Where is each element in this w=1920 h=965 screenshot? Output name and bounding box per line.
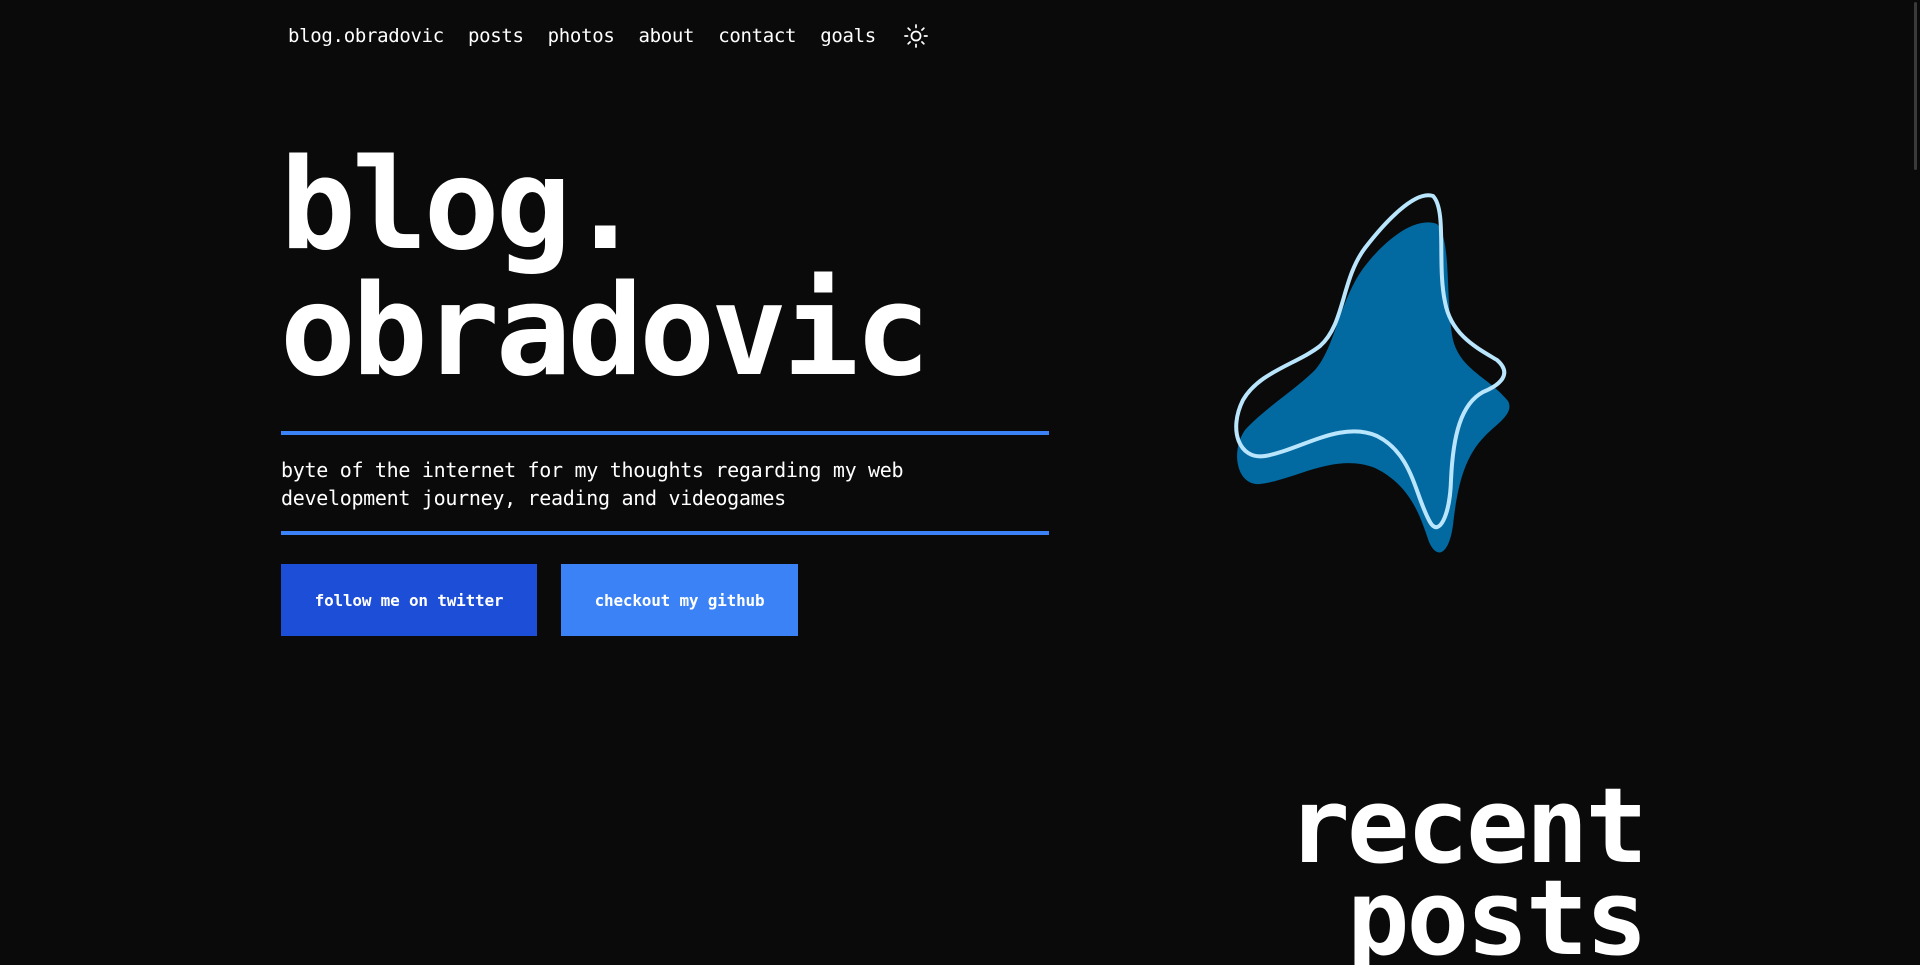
github-button[interactable]: checkout my github [561,564,798,636]
recent-posts-heading: recent posts [1287,774,1648,965]
divider-top [281,431,1049,435]
hero-title: blog. obradovic [280,131,931,404]
nav-brand-link[interactable]: blog.obradovic [288,25,444,47]
hero-title-line-1: blog. [280,131,643,278]
blob-fill-shape [1237,222,1510,553]
nav-item-contact[interactable]: contact [718,25,796,47]
nav-item-posts[interactable]: posts [468,25,524,47]
nav-item-photos[interactable]: photos [548,25,615,47]
top-nav: blog.obradovic posts photos about contac… [288,22,930,50]
nav-item-goals[interactable]: goals [820,25,876,47]
nav-item-about[interactable]: about [639,25,695,47]
hero-title-line-2: obradovic [280,257,931,404]
page: blog.obradovic posts photos about contac… [0,0,1920,965]
abstract-blob-icon [1234,193,1510,553]
divider-bottom [281,531,1049,535]
sun-icon [903,24,928,48]
theme-toggle-button[interactable] [902,22,930,50]
twitter-follow-button[interactable]: follow me on twitter [281,564,537,636]
scrollbar-thumb[interactable] [1914,2,1917,170]
hero-tagline: byte of the internet for my thoughts reg… [281,458,904,510]
scrollbar[interactable] [1906,0,1920,965]
